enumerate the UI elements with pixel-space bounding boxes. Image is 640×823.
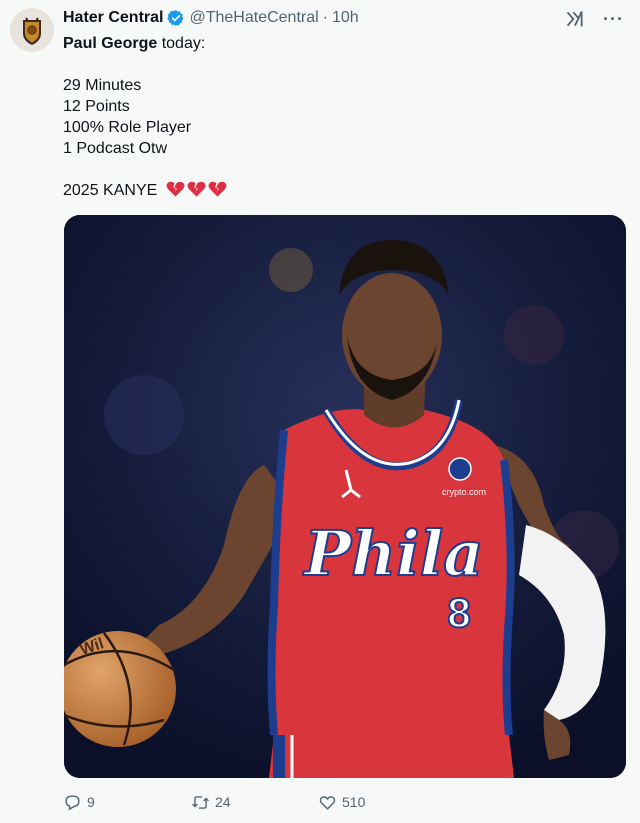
reply-button[interactable]: 9: [63, 793, 191, 812]
tweet-actions: 9 24 510: [63, 790, 563, 814]
reply-count: 9: [87, 794, 95, 810]
sponsor-logo-icon: [448, 457, 472, 481]
author-name[interactable]: Hater Central: [63, 9, 163, 27]
subject-rest: today:: [157, 35, 206, 52]
stat-line: 29 Minutes: [63, 77, 142, 94]
separator: ·: [322, 9, 328, 26]
more-icon[interactable]: ···: [603, 10, 624, 28]
stat-line: 12 Points: [63, 98, 130, 115]
reply-icon: [65, 794, 80, 810]
broken-heart-icon: [187, 181, 206, 197]
like-count: 510: [342, 794, 366, 810]
top-icons: ···: [565, 9, 624, 29]
stat-line: 1 Podcast Otw: [63, 140, 168, 157]
retweet-count: 24: [215, 794, 231, 810]
tweet-photo[interactable]: Phila 8 crypto.com Wil: [64, 215, 626, 778]
verified-badge-icon: [167, 10, 185, 26]
broken-heart-icon: [208, 181, 227, 197]
player-photo-illustration: Phila 8 crypto.com Wil: [64, 215, 626, 778]
grok-icon[interactable]: [565, 9, 585, 29]
jersey-wordmark: Phila: [303, 517, 484, 590]
subject-name[interactable]: Paul George: [63, 35, 157, 52]
avatar[interactable]: [10, 8, 54, 52]
broken-heart-icon: [166, 181, 185, 197]
author-handle[interactable]: @TheHateCentral: [189, 9, 318, 27]
jersey-sponsor: crypto.com: [442, 487, 486, 497]
retweet-icon: [192, 795, 209, 809]
broken-hearts: [166, 180, 227, 198]
jersey-number: 8: [447, 589, 470, 636]
like-icon: [319, 795, 336, 810]
like-button[interactable]: 510: [318, 793, 365, 812]
closing-text: 2025 KANYE: [63, 182, 158, 199]
stat-line: 100% Role Player: [63, 119, 192, 136]
hater-central-logo-icon: [10, 8, 54, 52]
timestamp[interactable]: 10h: [332, 9, 359, 27]
tweet-header: Hater Central @TheHateCentral · 10h: [63, 8, 359, 28]
tweet-text: Paul George today: 29 Minutes 12 Points …: [63, 33, 623, 201]
retweet-button[interactable]: 24: [191, 793, 318, 812]
